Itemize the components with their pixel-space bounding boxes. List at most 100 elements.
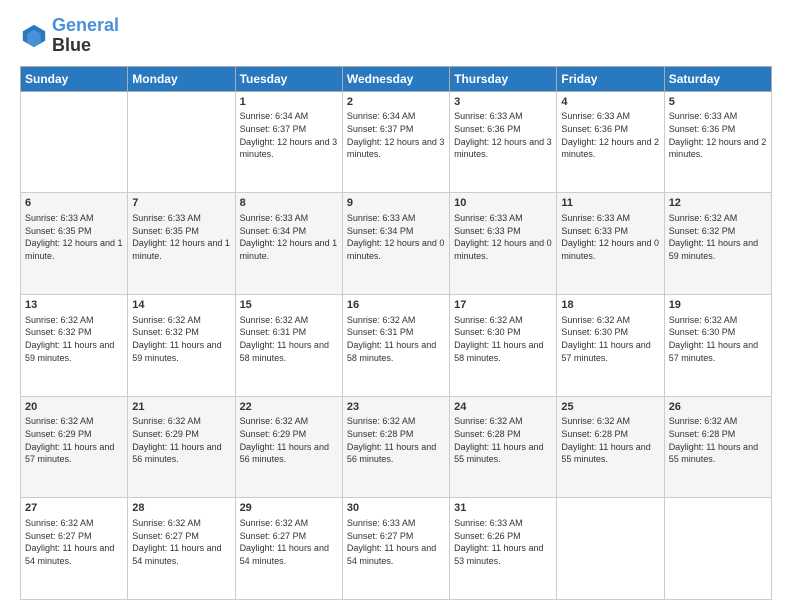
cell-line: Sunset: 6:31 PM [240, 327, 307, 337]
cell-line: Sunset: 6:31 PM [347, 327, 414, 337]
cell-content: Sunrise: 6:33 AMSunset: 6:33 PMDaylight:… [561, 212, 659, 262]
weekday-header-friday: Friday [557, 66, 664, 91]
cell-line: Sunset: 6:30 PM [561, 327, 628, 337]
calendar-cell: 16Sunrise: 6:32 AMSunset: 6:31 PMDayligh… [342, 294, 449, 396]
cell-content: Sunrise: 6:32 AMSunset: 6:30 PMDaylight:… [561, 314, 659, 364]
cell-line: Sunrise: 6:33 AM [561, 111, 630, 121]
cell-content: Sunrise: 6:33 AM Sunset: 6:34 PM Daylight:… [347, 212, 445, 262]
weekday-header-thursday: Thursday [450, 66, 557, 91]
cell-line: Daylight: 12 hours and 1 minute. [25, 238, 123, 261]
cell-line: Daylight: 12 hours and 1 minute. [240, 238, 338, 261]
day-number: 26 [669, 400, 767, 415]
cell-line: Daylight: 11 hours and 55 minutes. [669, 442, 758, 465]
cell-line: Sunrise: 6:32 AM [240, 518, 309, 528]
cell-line: Sunset: 6:27 PM [240, 531, 307, 541]
cell-line: Sunrise: 6:32 AM [669, 213, 738, 223]
cell-content: Sunrise: 6:32 AMSunset: 6:27 PMDaylight:… [25, 517, 123, 567]
cell-line: Sunset: 6:35 PM [25, 226, 92, 236]
cell-line: Sunrise: 6:32 AM [347, 416, 416, 426]
cell-line: Sunset: 6:29 PM [132, 429, 199, 439]
day-number: 27 [25, 501, 123, 516]
day-number: 30 [347, 501, 445, 516]
cell-content: Sunrise: 6:32 AMSunset: 6:28 PMDaylight:… [454, 415, 552, 465]
weekday-header-wednesday: Wednesday [342, 66, 449, 91]
weekday-header-tuesday: Tuesday [235, 66, 342, 91]
cell-content: Sunrise: 6:32 AMSunset: 6:32 PMDaylight:… [25, 314, 123, 364]
cell-line: Daylight: 11 hours and 56 minutes. [240, 442, 329, 465]
cell-line: Sunrise: 6:33 AM [347, 518, 416, 528]
cell-line: Daylight: 12 hours and 0 minutes. [347, 238, 445, 261]
calendar-cell: 8Sunrise: 6:33 AMSunset: 6:34 PMDaylight… [235, 193, 342, 295]
calendar-cell: 17Sunrise: 6:32 AMSunset: 6:30 PMDayligh… [450, 294, 557, 396]
cell-line: Sunset: 6:32 PM [669, 226, 736, 236]
cell-line: Sunrise: 6:32 AM [669, 315, 738, 325]
calendar-cell: 29Sunrise: 6:32 AMSunset: 6:27 PMDayligh… [235, 498, 342, 600]
cell-content: Sunrise: 6:32 AMSunset: 6:28 PMDaylight:… [669, 415, 767, 465]
day-number: 18 [561, 298, 659, 313]
cell-line: Sunset: 6:27 PM [25, 531, 92, 541]
day-number: 28 [132, 501, 230, 516]
day-number: 4 [561, 95, 659, 110]
cell-line: Sunset: 6:26 PM [454, 531, 521, 541]
day-number: 10 [454, 196, 552, 211]
calendar-cell: 26Sunrise: 6:32 AMSunset: 6:28 PMDayligh… [664, 396, 771, 498]
day-number: 20 [25, 400, 123, 415]
cell-line: Sunrise: 6:32 AM [454, 315, 523, 325]
cell-content: Sunrise: 6:33 AMSunset: 6:36 PMDaylight:… [561, 110, 659, 160]
cell-line: Sunrise: 6:32 AM [25, 416, 94, 426]
cell-line: Daylight: 11 hours and 56 minutes. [132, 442, 221, 465]
day-number: 7 [132, 196, 230, 211]
day-number: 14 [132, 298, 230, 313]
cell-line: Daylight: 11 hours and 57 minutes. [561, 340, 650, 363]
cell-line: Sunrise: 6:32 AM [25, 315, 94, 325]
calendar-week-1: 1Sunrise: 6:34 AMSunset: 6:37 PMDaylight… [21, 91, 772, 193]
day-number: 1 [240, 95, 338, 110]
cell-line: Sunset: 6:27 PM [347, 531, 414, 541]
cell-line: Sunrise: 6:32 AM [25, 518, 94, 528]
cell-content: Sunrise: 6:32 AMSunset: 6:28 PMDaylight:… [561, 415, 659, 465]
day-number: 3 [454, 95, 552, 110]
cell-line: Daylight: 11 hours and 54 minutes. [132, 543, 221, 566]
cell-line: Sunset: 6:29 PM [25, 429, 92, 439]
cell-line: Daylight: 12 hours and 3 minutes. [454, 137, 552, 160]
calendar-cell: 4Sunrise: 6:33 AMSunset: 6:36 PMDaylight… [557, 91, 664, 193]
cell-line: Daylight: 11 hours and 59 minutes. [669, 238, 758, 261]
cell-line: Daylight: 11 hours and 59 minutes. [25, 340, 114, 363]
cell-content: Sunrise: 6:32 AMSunset: 6:27 PMDaylight:… [240, 517, 338, 567]
cell-line: Sunset: 6:34 PM [347, 226, 414, 236]
calendar-cell: 31Sunrise: 6:33 AMSunset: 6:26 PMDayligh… [450, 498, 557, 600]
cell-line: Daylight: 12 hours and 0 minutes. [454, 238, 552, 261]
cell-line: Sunrise: 6:34 AM [347, 111, 416, 121]
calendar-cell: 23Sunrise: 6:32 AMSunset: 6:28 PMDayligh… [342, 396, 449, 498]
calendar-cell: 1Sunrise: 6:34 AMSunset: 6:37 PMDaylight… [235, 91, 342, 193]
day-number: 11 [561, 196, 659, 211]
cell-content: Sunrise: 6:33 AM Sunset: 6:35 PM Daylight:… [25, 212, 123, 262]
calendar-cell [21, 91, 128, 193]
day-number: 22 [240, 400, 338, 415]
calendar-week-5: 27 Sunrise: 6:32 AM Sunset: 6:27 PM Dayligh… [21, 498, 772, 600]
calendar-cell: 25Sunrise: 6:32 AMSunset: 6:28 PMDayligh… [557, 396, 664, 498]
day-number: 12 [669, 196, 767, 211]
day-number: 16 [347, 298, 445, 313]
cell-line: Sunrise: 6:33 AM [347, 213, 416, 223]
cell-line: Sunset: 6:36 PM [561, 124, 628, 134]
cell-line: Sunset: 6:28 PM [454, 429, 521, 439]
cell-line: Sunset: 6:35 PM [132, 226, 199, 236]
day-number: 13 [25, 298, 123, 313]
cell-content: Sunrise: 6:34 AMSunset: 6:37 PMDaylight:… [240, 110, 338, 160]
cell-line: Sunset: 6:28 PM [347, 429, 414, 439]
cell-line: Daylight: 12 hours and 3 minutes. [240, 137, 338, 160]
cell-content: Sunrise: 6:32 AMSunset: 6:31 PMDaylight:… [240, 314, 338, 364]
day-number: 23 [347, 400, 445, 415]
cell-content: Sunrise: 6:32 AMSunset: 6:32 PMDaylight:… [132, 314, 230, 364]
calendar-week-2: 6Sunrise: 6:33 AMSunset: 6:35 PMDaylight… [21, 193, 772, 295]
day-number: 17 [454, 298, 552, 313]
cell-line: Sunrise: 6:33 AM [25, 213, 94, 223]
cell-content: Sunrise: 6:34 AMSunset: 6:37 PMDaylight:… [347, 110, 445, 160]
cell-line: Sunset: 6:28 PM [669, 429, 736, 439]
cell-content: Sunrise: 6:32 AMSunset: 6:28 PMDaylight:… [347, 415, 445, 465]
cell-line: Daylight: 12 hours and 3 minutes. [347, 137, 445, 160]
cell-line: Sunrise: 6:33 AM [669, 111, 738, 121]
cell-line: Sunrise: 6:33 AM [454, 518, 523, 528]
cell-content: Sunrise: 6:33 AMSunset: 6:34 PMDaylight:… [240, 212, 338, 262]
